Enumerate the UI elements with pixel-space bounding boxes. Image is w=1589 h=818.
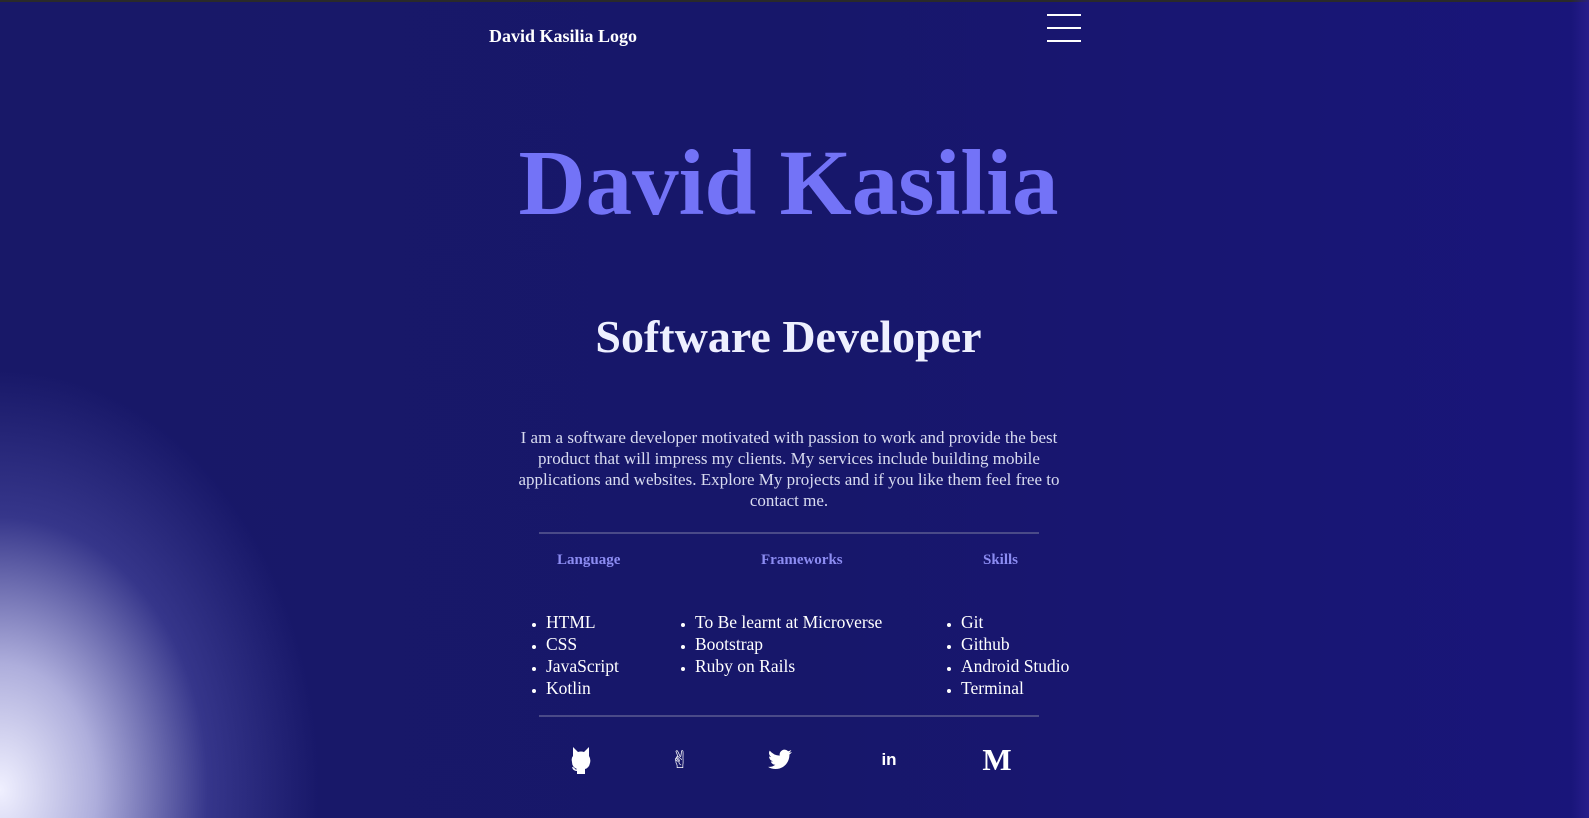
language-list: HTML CSS JavaScript Kotlin <box>529 611 619 699</box>
list-item: Git <box>961 611 1069 633</box>
list-item: To Be learnt at Microverse <box>695 611 882 633</box>
list-item: HTML <box>546 611 619 633</box>
site-logo[interactable]: David Kasilia Logo <box>489 26 637 47</box>
medium-icon[interactable]: M <box>982 744 1012 776</box>
list-item: JavaScript <box>546 655 619 677</box>
hamburger-menu-icon[interactable] <box>1047 13 1081 43</box>
window-top-border <box>0 0 1589 2</box>
hero-intro: I am a software developer motivated with… <box>518 428 1060 510</box>
divider-bottom <box>539 715 1039 717</box>
frameworks-list: To Be learnt at Microverse Bootstrap Rub… <box>678 611 882 677</box>
github-icon[interactable] <box>566 744 596 776</box>
list-item: Kotlin <box>546 677 619 699</box>
list-item: Bootstrap <box>695 633 882 655</box>
twitter-icon[interactable] <box>765 744 795 776</box>
column-heading-frameworks: Frameworks <box>761 552 843 568</box>
hamburger-line <box>1047 40 1081 42</box>
list-item: CSS <box>546 633 619 655</box>
list-item: Android Studio <box>961 655 1069 677</box>
right-edge-shade <box>1571 0 1589 818</box>
divider-top <box>539 532 1039 534</box>
page-background <box>0 0 1589 818</box>
column-heading-language: Language <box>557 552 621 568</box>
skills-list: Git Github Android Studio Terminal <box>944 611 1069 699</box>
angellist-icon[interactable]: ✌ <box>665 744 695 776</box>
list-item: Ruby on Rails <box>695 655 882 677</box>
hero-role: Software Developer <box>595 311 982 362</box>
hamburger-line <box>1047 14 1081 16</box>
column-heading-skills: Skills <box>983 552 1019 568</box>
linkedin-icon[interactable]: in <box>874 744 904 776</box>
list-item: Terminal <box>961 677 1069 699</box>
list-item: Github <box>961 633 1069 655</box>
hamburger-line <box>1047 27 1081 29</box>
hero-name: David Kasilia <box>518 132 1059 235</box>
